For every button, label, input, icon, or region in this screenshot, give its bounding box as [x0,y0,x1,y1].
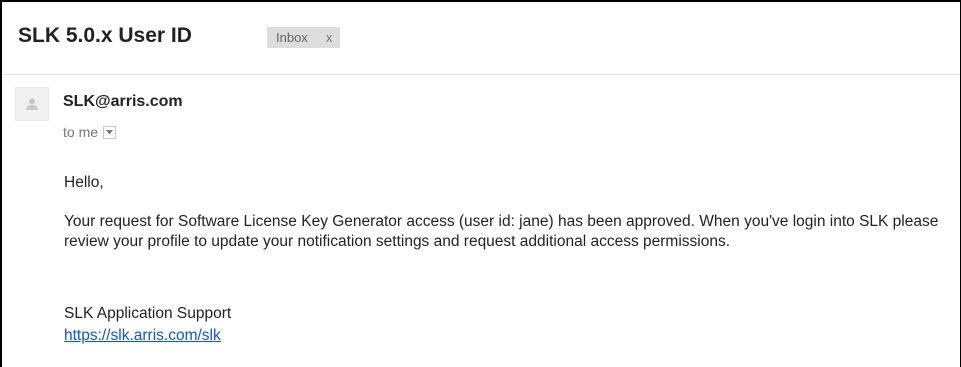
person-silhouette-icon [26,98,38,110]
email-body-paragraph: Your request for Software License Key Ge… [64,213,939,250]
slk-link[interactable]: https://slk.arris.com/slk [64,326,221,346]
email-header: SLK 5.0.x User ID Inbox x [2,2,960,75]
email-view: SLK 5.0.x User ID Inbox x SLK@arris.com … [0,0,961,367]
email-greeting: Hello, [64,174,104,191]
email-signature: SLK Application Support [64,305,232,322]
inbox-label-chip[interactable]: Inbox x [267,27,341,48]
sender-avatar[interactable] [15,87,49,121]
recipient-row: to me [63,124,117,140]
sender-address[interactable]: SLK@arris.com [63,93,183,111]
chevron-down-icon [106,129,114,134]
inbox-label-text[interactable]: Inbox [276,27,308,48]
remove-label-button[interactable]: x [326,27,333,48]
email-subject: SLK 5.0.x User ID [18,24,192,47]
recipient-text: to me [63,124,99,140]
show-details-button[interactable] [103,125,117,139]
